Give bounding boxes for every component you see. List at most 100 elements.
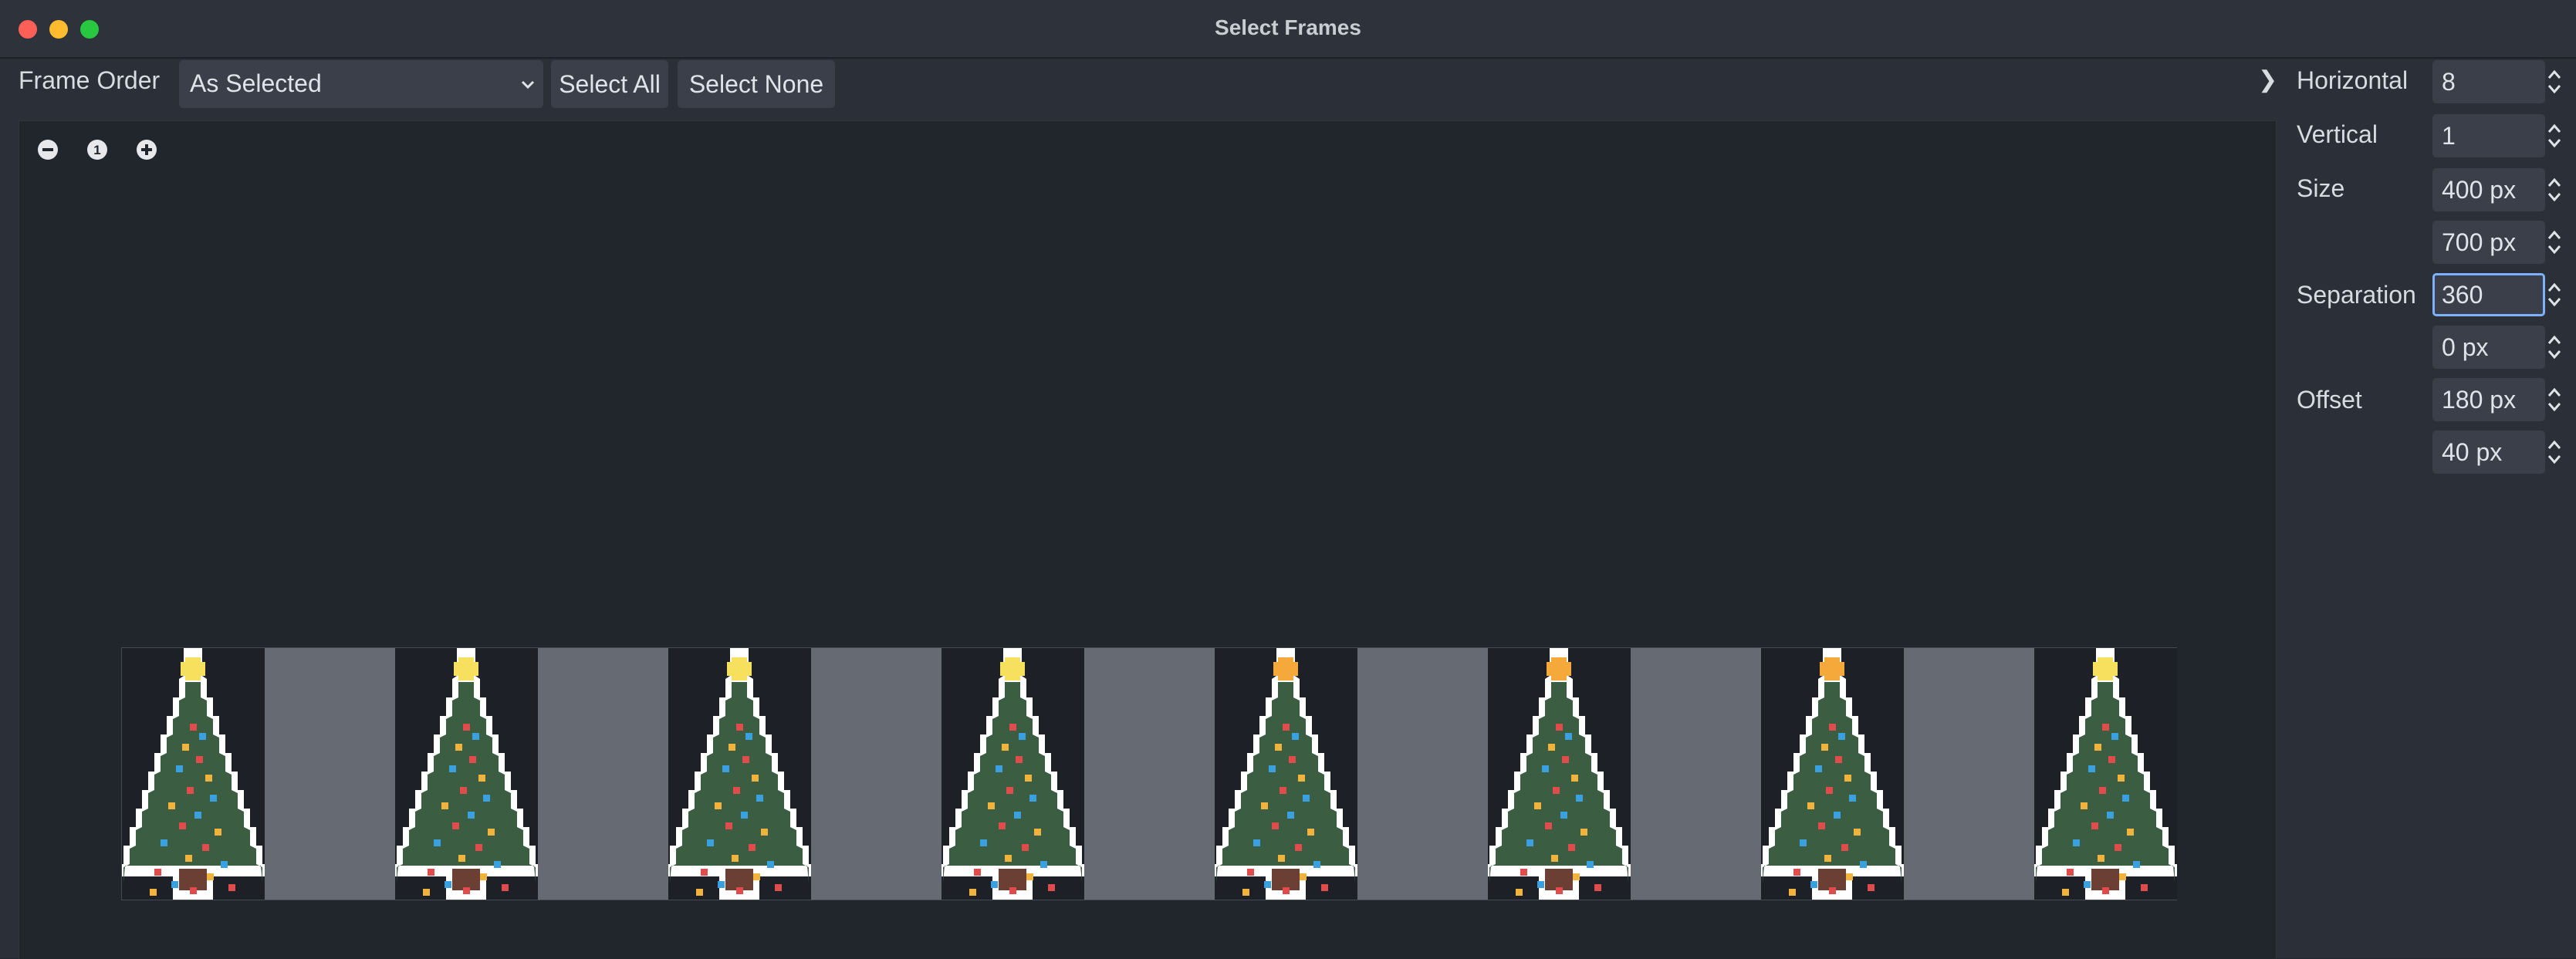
ornament	[1516, 889, 1523, 896]
ornament	[1275, 744, 1282, 751]
ornament	[1537, 881, 1544, 888]
separation-x-stepper-icon[interactable]	[2547, 281, 2562, 309]
ornament	[775, 884, 782, 891]
ornament	[458, 855, 465, 862]
separation-y-field[interactable]: 0 px	[2432, 326, 2545, 369]
sprite-frame[interactable]	[395, 648, 538, 900]
sprite-frame[interactable]	[1215, 648, 1357, 900]
ornament	[202, 844, 209, 851]
ornament	[1844, 775, 1851, 782]
horizontal-field[interactable]: 8	[2432, 60, 2545, 103]
ornament	[753, 873, 760, 880]
christmas-tree-sprite	[668, 648, 811, 900]
ornament	[1800, 839, 1807, 846]
ornament	[190, 887, 197, 894]
ornament	[1292, 733, 1299, 740]
zoom-out-icon[interactable]	[36, 138, 59, 161]
ornament	[171, 881, 178, 888]
title-bar: Select Frames	[0, 0, 2576, 59]
ornament	[1818, 822, 1825, 829]
frame-preview-canvas[interactable]: 1	[19, 120, 2277, 959]
ornament	[1789, 889, 1796, 896]
ornament	[207, 873, 214, 880]
ornament	[1269, 765, 1276, 772]
vertical-field[interactable]: 1	[2432, 114, 2545, 157]
sprite-frame[interactable]	[1488, 648, 1631, 900]
zoom-in-icon[interactable]	[135, 138, 158, 161]
tree-star	[1547, 662, 1571, 676]
ornament	[756, 795, 763, 802]
ornament	[1272, 822, 1279, 829]
ornament	[1264, 881, 1271, 888]
separation-y-stepper-icon[interactable]	[2547, 333, 2562, 361]
ornament	[1520, 869, 1527, 876]
ornament	[1283, 724, 1290, 731]
ornament	[480, 873, 487, 880]
ornament	[2084, 881, 2091, 888]
ornament	[176, 765, 183, 772]
sprite-frame[interactable]	[1761, 648, 1904, 900]
ornament	[168, 802, 175, 809]
offset-x-field[interactable]: 180 px	[2432, 378, 2545, 421]
ornament	[2067, 869, 2074, 876]
select-all-button[interactable]: Select All	[551, 60, 668, 108]
vertical-label: Vertical	[2297, 120, 2378, 148]
ornament	[2115, 844, 2121, 851]
ornament	[1253, 839, 1260, 846]
ornament	[494, 861, 501, 868]
ornament	[2141, 884, 2148, 891]
offset-y-field[interactable]: 40 px	[2432, 431, 2545, 474]
collapse-panel-icon[interactable]: ❯	[2258, 66, 2277, 93]
ornament	[210, 795, 217, 802]
ornament	[1526, 839, 1533, 846]
size-y-value: 700 px	[2442, 228, 2517, 256]
separation-x-field[interactable]: 360	[2432, 273, 2545, 316]
ornament	[1551, 855, 1558, 862]
ornament	[701, 869, 708, 876]
ornament	[2118, 775, 2125, 782]
size-x-field[interactable]: 400 px	[2432, 168, 2545, 211]
ornament	[1313, 861, 1320, 868]
ornament	[2102, 724, 2109, 731]
christmas-tree-sprite	[2034, 648, 2177, 900]
ornament	[969, 889, 976, 896]
ornament	[1815, 765, 1822, 772]
ornament	[2107, 812, 2114, 819]
size-y-stepper-icon[interactable]	[2547, 228, 2562, 256]
sprite-frame[interactable]	[122, 648, 265, 900]
ornament	[2133, 861, 2140, 868]
horizontal-stepper-icon[interactable]	[2547, 68, 2562, 96]
vertical-value: 1	[2442, 122, 2456, 150]
ornament	[1005, 855, 1012, 862]
ornament	[1283, 887, 1290, 894]
offset-y-stepper-icon[interactable]	[2547, 438, 2562, 466]
sprite-frame[interactable]	[941, 648, 1084, 900]
ornament	[1854, 829, 1861, 836]
ornament	[190, 724, 197, 731]
christmas-tree-sprite	[1215, 648, 1357, 900]
select-none-button[interactable]: Select None	[678, 60, 835, 108]
size-x-stepper-icon[interactable]	[2547, 176, 2562, 204]
ornament	[1562, 756, 1569, 763]
ornament	[1303, 795, 1310, 802]
ornament	[1016, 756, 1023, 763]
ornament	[1022, 844, 1029, 851]
ornament	[215, 829, 221, 836]
ornament	[2062, 889, 2069, 896]
ornament	[1029, 795, 1036, 802]
ornament	[761, 829, 768, 836]
ornament	[722, 765, 729, 772]
frame-order-select[interactable]: As Selected	[179, 60, 543, 108]
offset-x-stepper-icon[interactable]	[2547, 386, 2562, 414]
ornament	[187, 787, 194, 794]
ornament	[696, 889, 703, 896]
ornament	[460, 787, 467, 794]
vertical-stepper-icon[interactable]	[2547, 122, 2562, 150]
ornament	[1542, 765, 1549, 772]
ornament	[478, 775, 485, 782]
sprite-frame[interactable]	[668, 648, 811, 900]
zoom-reset-icon[interactable]: 1	[86, 138, 109, 161]
sprite-frame[interactable]	[2034, 648, 2177, 900]
size-y-field[interactable]: 700 px	[2432, 221, 2545, 264]
ornament	[707, 839, 714, 846]
